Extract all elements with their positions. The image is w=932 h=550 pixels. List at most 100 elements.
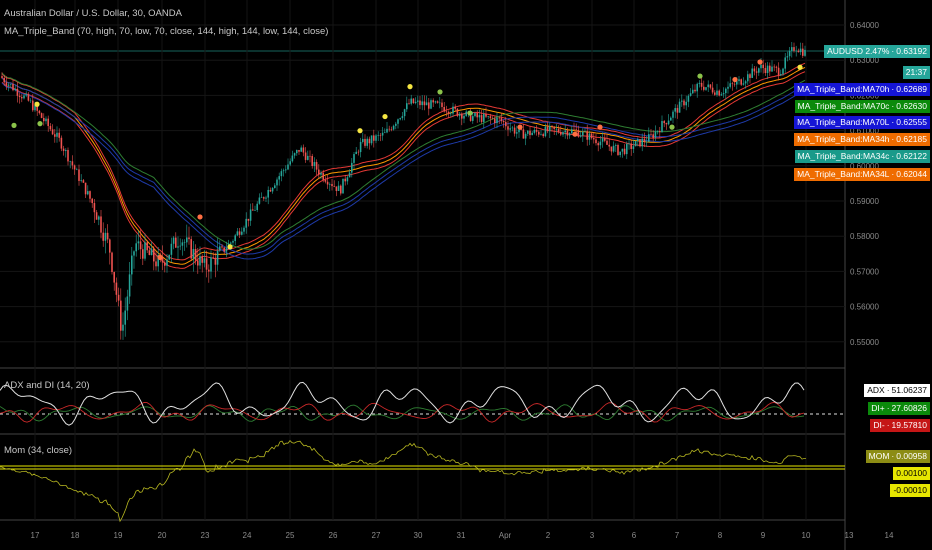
- time-tick-label: 26: [329, 531, 338, 540]
- candle-body: [766, 65, 769, 73]
- candle-body: [181, 242, 184, 246]
- time-axis[interactable]: 17 18 19 20 23 24 25 26 27 30 31 Apr 2 3 6 7 8 9 10 13 14: [31, 531, 894, 540]
- candle-body: [311, 156, 313, 166]
- candle-body: [179, 245, 181, 247]
- candle-body: [793, 47, 795, 51]
- candle-body: [122, 324, 124, 331]
- candle-body: [687, 95, 690, 102]
- candle-body: [175, 237, 177, 248]
- tag-value: 51.06237: [891, 385, 927, 395]
- candle-body: [274, 185, 276, 188]
- indicator-main-legend[interactable]: MA_Triple_Band (70, high, 70, low, 70, c…: [4, 26, 328, 37]
- candle-body: [632, 146, 635, 149]
- candle-body: [12, 84, 14, 91]
- tag-label: DI-: [873, 420, 885, 430]
- candle-body: [562, 132, 564, 135]
- candle-body: [203, 258, 206, 263]
- candle-body: [538, 131, 540, 135]
- candle-body: [32, 100, 34, 111]
- candle-body: [630, 143, 632, 149]
- chart-canvas[interactable]: 0.640000.630000.620000.610000.600000.590…: [0, 0, 932, 550]
- tag-separator: ·: [891, 117, 895, 127]
- candle-body: [199, 256, 201, 266]
- candle-body: [150, 248, 153, 256]
- candle-body: [711, 87, 714, 93]
- candle-body: [225, 248, 228, 252]
- candle-body: [513, 127, 516, 134]
- candle-body: [357, 151, 360, 153]
- time-tick-label: 31: [457, 531, 466, 540]
- price-tick-label: 0.58000: [850, 232, 879, 241]
- price-axis[interactable]: 0.640000.630000.620000.610000.600000.590…: [850, 21, 879, 347]
- candle-body: [170, 243, 173, 255]
- signal-dot: [517, 124, 523, 130]
- signal-dot: [382, 113, 388, 120]
- candle-body: [69, 161, 71, 162]
- candle-body: [663, 121, 665, 124]
- candle-body: [21, 97, 23, 99]
- candle-body: [791, 47, 793, 51]
- candle-body: [214, 257, 217, 265]
- tag-value: 0.62122: [896, 151, 927, 161]
- candle-body: [307, 155, 309, 160]
- signal-dot: [467, 110, 473, 116]
- candle-body: [703, 86, 705, 90]
- tag-value: 21:37: [905, 67, 927, 77]
- candle-body: [131, 255, 133, 275]
- candle-body: [381, 132, 384, 136]
- candle-body: [421, 101, 423, 106]
- tag-value: 0.62185: [896, 134, 927, 144]
- candle-body: [414, 101, 417, 104]
- adx-tag: ADX · 51.06237: [864, 384, 930, 397]
- candle-body: [232, 241, 234, 243]
- candle-body: [443, 106, 445, 112]
- candle-body: [417, 100, 419, 102]
- candle-body: [49, 126, 52, 130]
- candle-body: [425, 102, 428, 106]
- candle-body: [762, 64, 764, 69]
- candle-body: [216, 250, 219, 265]
- candle-body: [428, 102, 430, 109]
- price-tick-label: 0.64000: [850, 21, 879, 30]
- indicator-adx-legend[interactable]: ADX and DI (14, 20): [4, 380, 90, 391]
- candle-body: [727, 86, 729, 89]
- candle-body: [593, 138, 595, 140]
- candle-body: [648, 134, 650, 142]
- candle-body: [364, 138, 366, 146]
- tag-label: MA_Triple_Band:MA70L: [797, 117, 890, 127]
- time-tick-label: 8: [718, 531, 723, 540]
- candle-body: [445, 111, 448, 113]
- candle-body: [410, 98, 412, 104]
- candle-body: [491, 118, 494, 119]
- candle-body: [777, 67, 780, 76]
- candle-body: [474, 113, 476, 117]
- ma70-low-line: [1, 82, 806, 260]
- candle-body: [588, 133, 591, 140]
- candle-body: [155, 261, 157, 267]
- candle-body: [355, 151, 357, 155]
- candle-body: [5, 82, 8, 86]
- symbol-title[interactable]: Australian Dollar / U.S. Dollar, 30, OAN…: [4, 8, 182, 19]
- tag-label: MA_Triple_Band:MA70h: [797, 84, 890, 94]
- tag-separator: ·: [886, 385, 890, 395]
- mom-tag: 0.00100: [893, 467, 930, 480]
- tag-separator: ·: [891, 151, 895, 161]
- momentum-line: [0, 439, 806, 523]
- indicator-mom-legend[interactable]: Mom (34, close): [4, 445, 72, 456]
- time-tick-label: 17: [31, 531, 40, 540]
- candle-body: [577, 129, 580, 137]
- candle-body: [177, 246, 179, 248]
- candle-body: [678, 101, 681, 113]
- candle-body: [379, 135, 382, 136]
- candle-body: [84, 182, 87, 195]
- time-tick-label: 23: [201, 531, 210, 540]
- candle-body: [73, 165, 76, 170]
- signal-dot: [34, 101, 40, 107]
- candle-body: [348, 172, 351, 178]
- time-tick-label: 30: [414, 531, 423, 540]
- candle-body: [725, 88, 727, 94]
- candle-body: [447, 111, 450, 114]
- candle-body: [650, 134, 652, 135]
- tag-value: 0.62689: [896, 84, 927, 94]
- candle-body: [542, 134, 544, 137]
